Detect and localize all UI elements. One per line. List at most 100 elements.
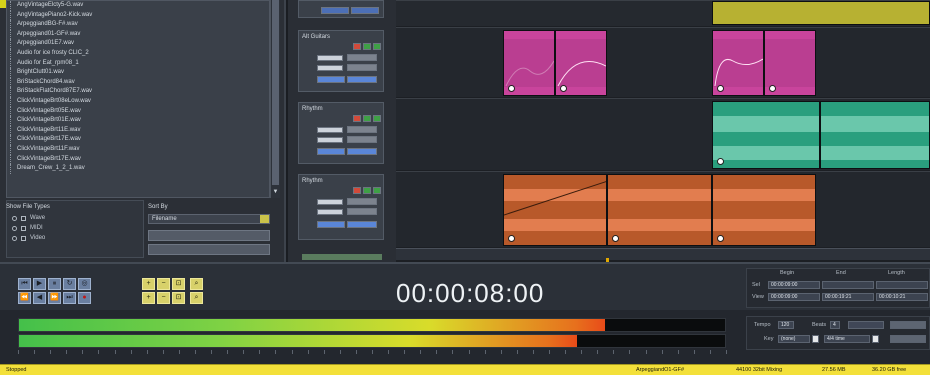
clip-fade-handle-icon[interactable] (508, 235, 515, 242)
record-arm-button[interactable] (353, 187, 361, 194)
sel-length-field[interactable] (876, 281, 928, 289)
volume-field[interactable] (317, 55, 343, 61)
audio-clip-yellow[interactable] (712, 1, 930, 25)
sel-begin-field[interactable]: 00:00:09:00 (768, 281, 820, 289)
tempo-button-2[interactable] (890, 335, 926, 343)
volume-field[interactable] (317, 127, 343, 133)
audio-clip-pink[interactable] (503, 30, 555, 96)
time-signature-select[interactable]: 4/4 time (824, 335, 870, 343)
checkbox-icon[interactable] (21, 235, 26, 241)
track-option-button[interactable] (347, 208, 377, 215)
track-header-2[interactable]: Rhythm (298, 102, 384, 164)
file-list-item[interactable]: Audio for Eat_rpm08_1 (7, 58, 269, 69)
file-list-item[interactable]: ClickVintageBrt17E.wav (7, 154, 269, 165)
track-option-button[interactable] (347, 198, 377, 205)
track-lane-1[interactable] (396, 27, 930, 97)
play-icon[interactable]: ▶ (33, 278, 46, 290)
loop-icon[interactable]: ↻ (63, 278, 76, 290)
file-list-item[interactable]: Dream_Crew_1_2_1.wav (7, 164, 269, 174)
zoom-full-icon[interactable]: ⌕ (190, 292, 203, 304)
clip-fade-handle-icon[interactable] (508, 85, 515, 92)
arrangement-timeline[interactable] (396, 0, 930, 262)
track-button[interactable] (321, 7, 349, 14)
tempo-button[interactable] (890, 321, 926, 329)
file-list-item[interactable]: ClickVintageBrt08eLow.wav (7, 96, 269, 107)
timeline-ruler[interactable] (396, 248, 930, 260)
key-select[interactable]: (none) (778, 335, 810, 343)
record-arm-button[interactable] (353, 115, 361, 122)
solo-button[interactable] (373, 43, 381, 50)
go-to-end-icon[interactable]: ⏭ (63, 292, 76, 304)
solo-button[interactable] (373, 115, 381, 122)
beats-field[interactable]: 4 (830, 321, 840, 329)
fast-forward-icon[interactable]: ⏩ (48, 292, 61, 304)
file-list[interactable]: AngVintageElcty5-G.wav AngVintagePiano2-K… (6, 0, 270, 198)
volume-field[interactable] (317, 199, 343, 205)
tempo-field[interactable]: 120 (778, 321, 794, 329)
clip-fade-handle-icon[interactable] (717, 158, 724, 165)
track-option-button[interactable] (347, 64, 377, 71)
pan-field[interactable] (317, 137, 343, 143)
zoom-out-icon[interactable]: − (157, 278, 170, 290)
clip-fade-handle-icon[interactable] (717, 235, 724, 242)
input-button[interactable] (317, 76, 345, 83)
file-list-item[interactable]: ClickVintageBrt11F.wav (7, 144, 269, 155)
track-button[interactable] (351, 7, 379, 14)
record-icon[interactable]: ● (78, 292, 91, 304)
audio-clip-teal[interactable] (712, 101, 820, 169)
radio-icon[interactable] (12, 235, 17, 241)
radio-icon[interactable] (12, 225, 17, 231)
file-list-item[interactable]: Arpeggiand01E7.wav (7, 39, 269, 49)
zoom-vertical-in-icon[interactable]: + (142, 292, 155, 304)
track-header-3[interactable]: Rhythm (298, 174, 384, 240)
checkbox-icon[interactable] (21, 215, 26, 221)
file-list-item[interactable]: ClickVintageBrt11E.wav (7, 125, 269, 136)
audio-clip-pink[interactable] (712, 30, 764, 96)
mute-button[interactable] (363, 115, 371, 122)
audio-clip-pink[interactable] (764, 30, 816, 96)
mute-button[interactable] (363, 43, 371, 50)
output-button[interactable] (347, 221, 377, 228)
file-list-item[interactable]: Audio for ice frosty CLIC_2 (7, 48, 269, 59)
solo-button[interactable] (373, 187, 381, 194)
file-list-scrollbar[interactable]: ▼ (270, 0, 280, 198)
file-list-item[interactable]: BriStackChord84.wav (7, 77, 269, 88)
filetype-midi-option[interactable]: MIDI (12, 225, 43, 231)
input-button[interactable] (317, 221, 345, 228)
view-begin-field[interactable]: 00:00:09:00 (768, 293, 820, 301)
audio-clip-orange[interactable] (607, 174, 712, 246)
go-to-start-icon[interactable]: ⏮ (18, 278, 31, 290)
filetype-wave-option[interactable]: Wave (12, 215, 45, 221)
zoom-fit-icon[interactable]: ⊡ (172, 278, 185, 290)
file-list-item[interactable]: BrightClutt01.wav (7, 68, 269, 78)
browser-action-button-2[interactable] (148, 244, 270, 255)
scrollbar-thumb[interactable] (272, 0, 279, 185)
file-list-item[interactable]: ArpeggiandBG-F#.wav (7, 20, 269, 30)
checkbox-icon[interactable] (21, 225, 26, 231)
track-lane-3[interactable] (396, 171, 930, 247)
record-arm-button[interactable] (353, 43, 361, 50)
track-option-button[interactable] (347, 136, 377, 143)
view-length-field[interactable]: 00:00:10:21 (876, 293, 928, 301)
pan-field[interactable] (317, 209, 343, 215)
audio-clip-orange[interactable] (712, 174, 816, 246)
track-option-button[interactable] (347, 54, 377, 61)
punch-icon[interactable]: ◎ (78, 278, 91, 290)
track-option-button[interactable] (347, 126, 377, 133)
zoom-vertical-fit-icon[interactable]: ⊡ (172, 292, 185, 304)
file-list-item[interactable]: BriStackFlatChord87E7.wav (7, 87, 269, 97)
audio-clip-pink[interactable] (555, 30, 607, 96)
file-list-item[interactable]: ClickVintageBrt01E.wav (7, 116, 269, 126)
track-header-top[interactable] (298, 0, 384, 18)
file-list-item[interactable]: ClickVintageBrt05E.wav (7, 106, 269, 117)
file-list-item[interactable]: AngVintageElcty5-G.wav (7, 1, 269, 11)
filetype-video-option[interactable]: Video (12, 235, 45, 241)
clip-fade-handle-icon[interactable] (717, 85, 724, 92)
clip-fade-handle-icon[interactable] (769, 85, 776, 92)
step-back-icon[interactable]: ◀ (33, 292, 46, 304)
track-header-1[interactable]: Alt Guitars (298, 30, 384, 92)
file-list-item[interactable]: AngVintagePiano2-Kick.wav (7, 10, 269, 21)
output-button[interactable] (347, 76, 377, 83)
time-signature-dropdown-arrow-icon[interactable] (872, 335, 879, 343)
sel-end-field[interactable] (822, 281, 874, 289)
